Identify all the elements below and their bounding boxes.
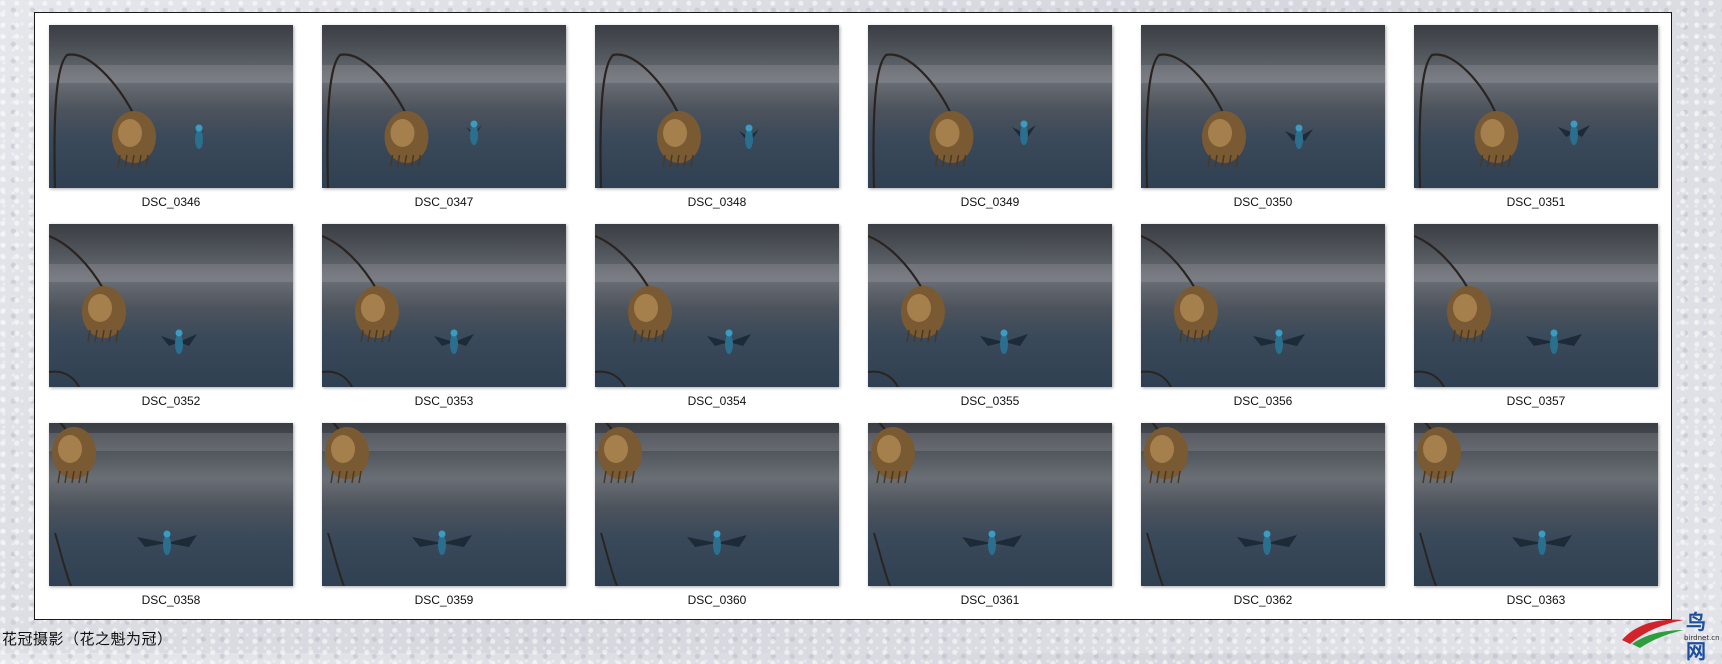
file-tile[interactable]: DSC_0346 — [49, 25, 293, 209]
file-name: DSC_0352 — [141, 394, 201, 408]
photo-scene — [868, 234, 1112, 387]
thumbnail-grid: DSC_0346 DSC_0347 DSC_0348 DSC_0349 DSC_… — [49, 25, 1658, 607]
photo-thumbnail[interactable] — [868, 25, 1112, 188]
file-tile[interactable]: DSC_0353 — [322, 224, 566, 408]
file-tile[interactable]: DSC_0355 — [868, 224, 1112, 408]
photo-scene — [1141, 234, 1385, 387]
swoosh-logo-icon — [1622, 619, 1684, 648]
photo-scene — [868, 423, 1112, 586]
file-name: DSC_0358 — [141, 593, 201, 607]
file-tile[interactable]: DSC_0360 — [595, 423, 839, 607]
file-tile[interactable]: DSC_0352 — [49, 224, 293, 408]
photo-scene — [322, 423, 566, 586]
photo-scene — [49, 53, 293, 188]
photo-thumbnail[interactable] — [595, 423, 839, 586]
file-name: DSC_0355 — [960, 394, 1020, 408]
photo-scene — [1414, 234, 1658, 387]
photo-thumbnail[interactable] — [322, 423, 566, 586]
photo-scene — [595, 423, 839, 586]
forum-caption: 花冠摄影（花之魁为冠） — [2, 630, 173, 648]
file-name: DSC_0346 — [141, 195, 201, 209]
file-name: DSC_0356 — [1233, 394, 1293, 408]
photo-scene — [1141, 53, 1385, 188]
photo-scene — [595, 53, 839, 188]
photo-thumbnail[interactable] — [868, 423, 1112, 586]
file-tile[interactable]: DSC_0357 — [1414, 224, 1658, 408]
file-name: DSC_0354 — [687, 394, 747, 408]
photo-thumbnail[interactable] — [49, 224, 293, 387]
photo-scene — [1141, 423, 1385, 586]
photo-thumbnail[interactable] — [49, 25, 293, 188]
file-name: DSC_0359 — [414, 593, 474, 607]
photo-thumbnail[interactable] — [1141, 25, 1385, 188]
photo-scene — [868, 53, 1112, 188]
file-tile[interactable]: DSC_0358 — [49, 423, 293, 607]
file-explorer-window: DSC_0346 DSC_0347 DSC_0348 DSC_0349 DSC_… — [34, 12, 1672, 620]
photo-thumbnail[interactable] — [49, 423, 293, 586]
file-tile[interactable]: DSC_0354 — [595, 224, 839, 408]
photo-thumbnail[interactable] — [1414, 25, 1658, 188]
file-tile[interactable]: DSC_0350 — [1141, 25, 1385, 209]
file-name: DSC_0353 — [414, 394, 474, 408]
photo-thumbnail[interactable] — [1414, 423, 1658, 586]
birdnet-watermark: 鸟网 birdnet.cn — [1618, 604, 1720, 663]
photo-scene — [322, 53, 566, 188]
watermark-subtitle: birdnet.cn — [1684, 634, 1720, 642]
file-name: DSC_0349 — [960, 195, 1020, 209]
file-name: DSC_0362 — [1233, 593, 1293, 607]
file-name: DSC_0357 — [1506, 394, 1566, 408]
file-name: DSC_0360 — [687, 593, 747, 607]
photo-scene — [49, 234, 293, 387]
photo-thumbnail[interactable] — [322, 224, 566, 387]
file-name: DSC_0347 — [414, 195, 474, 209]
photo-thumbnail[interactable] — [595, 25, 839, 188]
photo-scene — [322, 234, 566, 387]
photo-scene — [49, 423, 293, 586]
file-tile[interactable]: DSC_0348 — [595, 25, 839, 209]
photo-thumbnail[interactable] — [1414, 224, 1658, 387]
photo-thumbnail[interactable] — [595, 224, 839, 387]
file-tile[interactable]: DSC_0362 — [1141, 423, 1385, 607]
file-tile[interactable]: DSC_0349 — [868, 25, 1112, 209]
file-tile[interactable]: DSC_0363 — [1414, 423, 1658, 607]
file-tile[interactable]: DSC_0347 — [322, 25, 566, 209]
file-name: DSC_0351 — [1506, 195, 1566, 209]
file-name: DSC_0361 — [960, 593, 1020, 607]
photo-thumbnail[interactable] — [322, 25, 566, 188]
file-tile[interactable]: DSC_0351 — [1414, 25, 1658, 209]
photo-thumbnail[interactable] — [1141, 224, 1385, 387]
file-tile[interactable]: DSC_0356 — [1141, 224, 1385, 408]
file-tile[interactable]: DSC_0359 — [322, 423, 566, 607]
file-tile[interactable]: DSC_0361 — [868, 423, 1112, 607]
photo-scene — [1414, 53, 1658, 188]
file-name: DSC_0350 — [1233, 195, 1293, 209]
photo-thumbnail[interactable] — [1141, 423, 1385, 586]
file-name: DSC_0348 — [687, 195, 747, 209]
photo-thumbnail[interactable] — [868, 224, 1112, 387]
photo-scene — [595, 234, 839, 387]
photo-scene — [1414, 423, 1658, 586]
